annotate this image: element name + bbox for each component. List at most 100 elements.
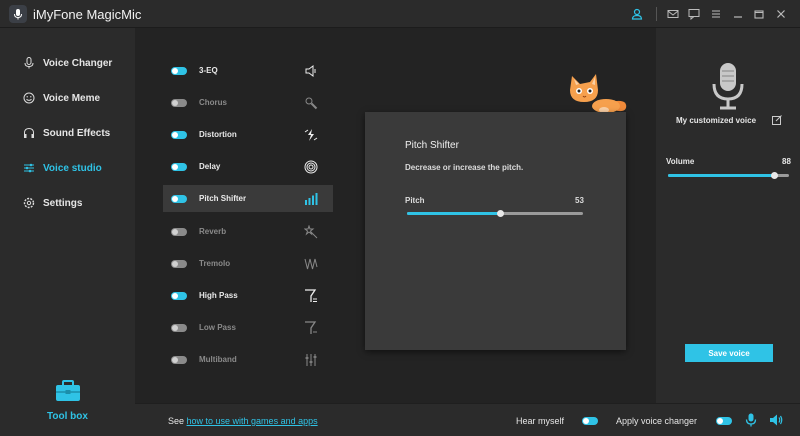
apply-voice-changer-label: Apply voice changer — [616, 416, 698, 426]
sidebar-item-label: Voice Meme — [43, 92, 101, 104]
minimize-icon[interactable] — [729, 5, 747, 23]
toolbox-label: Tool box — [47, 411, 88, 422]
effect-label: Chorus — [199, 98, 227, 107]
help-link[interactable]: how to use with games and apps — [187, 416, 318, 426]
effect-label: Low Pass — [199, 323, 236, 332]
effect-settings-card: Pitch Shifter Decrease or increase the p… — [365, 112, 626, 350]
volume-slider[interactable] — [668, 172, 789, 179]
titlebar-divider — [656, 7, 657, 21]
apply-voice-changer-toggle[interactable] — [716, 417, 732, 425]
volume-slider-thumb[interactable] — [771, 172, 778, 179]
effect-toggle[interactable] — [171, 194, 187, 203]
effect-toggle[interactable] — [171, 259, 187, 268]
app-logo-icon — [9, 5, 27, 23]
microphone-icon — [23, 57, 35, 69]
effect-toggle[interactable] — [171, 291, 187, 300]
effect-toggle[interactable] — [171, 66, 187, 75]
effect-label: Tremolo — [199, 259, 231, 268]
sidebar: Voice Changer Voice Meme Sound Effects V… — [0, 28, 135, 436]
effect-row-pitch-shifter[interactable]: Pitch Shifter — [163, 185, 333, 212]
toolbox-icon — [55, 380, 80, 401]
maximize-icon[interactable] — [750, 5, 768, 23]
mail-icon[interactable] — [664, 5, 682, 23]
hear-myself-label: Hear myself — [516, 416, 565, 426]
effect-label: High Pass — [199, 291, 238, 300]
effect-label: Distortion — [199, 130, 237, 139]
close-icon[interactable] — [772, 5, 790, 23]
star-wand-icon — [303, 224, 319, 240]
sidebar-item-sound-effects[interactable]: Sound Effects — [0, 118, 135, 148]
magnifier-icon — [303, 95, 319, 111]
microphone-icon[interactable] — [744, 413, 758, 427]
voice-panel: My customized voice Volume 88 Save voice — [656, 28, 800, 403]
lightning-icon — [303, 127, 319, 143]
help-text: See how to use with games and apps — [168, 416, 318, 426]
sidebar-item-label: Voice Changer — [43, 57, 113, 69]
bottom-bar: See how to use with games and apps Hear … — [135, 403, 800, 436]
effect-row-chorus[interactable]: Chorus — [163, 89, 333, 116]
pitch-label: Pitch — [405, 196, 425, 205]
sidebar-item-label: Settings — [43, 197, 83, 209]
bars-icon — [303, 191, 319, 207]
effect-row-delay[interactable]: Delay — [163, 153, 333, 180]
effect-toggle[interactable] — [171, 162, 187, 171]
effect-label: Delay — [199, 162, 221, 171]
volume-label: Volume — [666, 157, 695, 166]
headphones-icon — [23, 127, 35, 139]
feedback-icon[interactable] — [685, 5, 703, 23]
sidebar-item-label: Voice studio — [43, 162, 102, 174]
pitch-slider-fill — [407, 212, 500, 215]
volume-value: 88 — [782, 157, 791, 166]
effect-label: 3-EQ — [199, 66, 218, 75]
smiley-icon — [23, 92, 35, 104]
effect-label: Pitch Shifter — [199, 194, 247, 203]
sidebar-item-voice-meme[interactable]: Voice Meme — [0, 83, 135, 113]
highpass-filter-icon — [303, 288, 319, 304]
gear-icon — [23, 197, 35, 209]
speaker-icon — [303, 63, 319, 79]
microphone-icon — [712, 63, 744, 110]
effect-row-high-pass[interactable]: High Pass — [163, 282, 333, 309]
sidebar-item-settings[interactable]: Settings — [0, 188, 135, 218]
effect-row-reverb[interactable]: Reverb — [163, 218, 333, 245]
user-icon[interactable] — [628, 5, 646, 23]
effect-row-distortion[interactable]: Distortion — [163, 121, 333, 148]
effect-toggle[interactable] — [171, 355, 187, 364]
app-title: iMyFone MagicMic — [33, 7, 142, 22]
menu-icon[interactable] — [707, 5, 725, 23]
effect-row-tremolo[interactable]: Tremolo — [163, 250, 333, 277]
sliders-icon — [23, 162, 35, 174]
volume-slider-fill — [668, 174, 774, 177]
save-voice-button[interactable]: Save voice — [685, 344, 773, 362]
wave-icon — [303, 256, 319, 272]
pitch-value: 53 — [575, 196, 584, 205]
cat-mascot-icon — [570, 74, 627, 113]
sidebar-item-label: Sound Effects — [43, 127, 111, 139]
effect-label: Reverb — [199, 227, 227, 236]
title-bar: iMyFone MagicMic — [0, 0, 800, 28]
speaker-icon[interactable] — [769, 413, 783, 427]
hear-myself-toggle[interactable] — [582, 417, 598, 425]
equalizer-icon — [303, 352, 319, 368]
effect-row-3-eq[interactable]: 3-EQ — [163, 57, 333, 84]
pitch-slider[interactable] — [407, 210, 583, 217]
effect-row-multiband[interactable]: Multiband — [163, 346, 333, 373]
card-title: Pitch Shifter — [405, 140, 459, 151]
edit-icon[interactable] — [772, 115, 782, 125]
sidebar-item-voice-studio[interactable]: Voice studio — [0, 153, 135, 183]
custom-voice-label: My customized voice — [676, 116, 757, 125]
toolbox-button[interactable]: Tool box — [0, 380, 135, 422]
effect-label: Multiband — [199, 355, 237, 364]
lowpass-filter-icon — [303, 320, 319, 336]
effects-list: 3-EQ Chorus Distortion Delay Pitch Shift… — [163, 45, 333, 385]
spiral-icon — [303, 159, 319, 175]
help-prefix: See — [168, 416, 187, 426]
card-description: Decrease or increase the pitch. — [405, 163, 524, 172]
effect-toggle[interactable] — [171, 323, 187, 332]
effect-toggle[interactable] — [171, 130, 187, 139]
effect-toggle[interactable] — [171, 98, 187, 107]
effect-row-low-pass[interactable]: Low Pass — [163, 314, 333, 341]
effect-toggle[interactable] — [171, 227, 187, 236]
sidebar-item-voice-changer[interactable]: Voice Changer — [0, 48, 135, 78]
pitch-slider-thumb[interactable] — [497, 210, 504, 217]
